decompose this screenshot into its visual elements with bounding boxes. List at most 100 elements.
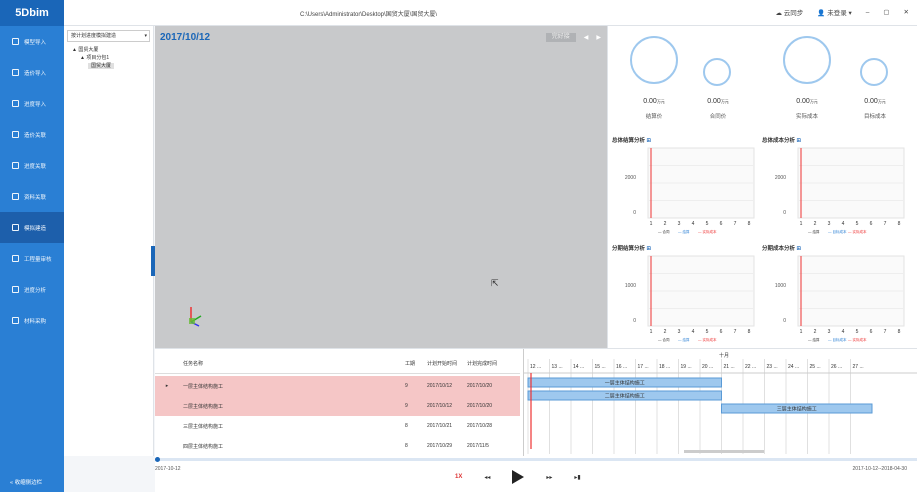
x-tick: 1 <box>800 221 803 227</box>
menu-icon <box>12 193 19 200</box>
y-tick: 2000 <box>775 175 786 181</box>
cost-label: 实际成本 <box>795 114 818 120</box>
sidebar-item[interactable]: 资料关联 <box>0 181 64 212</box>
gantt-day: 24 ... <box>788 364 799 370</box>
legend-item: — 目标成本 <box>828 337 847 342</box>
table-row[interactable]: ▸ 一层主体结构施工 9 2017/10/12 2017/10/20 <box>155 376 520 396</box>
menu-icon <box>12 38 19 45</box>
y-tick: 0 <box>633 318 636 324</box>
table-row[interactable]: 二层主体结构施工 9 2017/10/12 2017/10/20 <box>155 396 520 416</box>
gantt-day: 20 ... <box>702 364 713 370</box>
task-table-header: 任务名称 工期 计划开始时间 计划完成时间 <box>155 354 520 374</box>
close-button[interactable]: ✕ <box>904 8 909 16</box>
3d-viewport[interactable]: 2017/10/12 完好接 ◀ ▶ ⇱ <box>155 26 607 348</box>
y-tick: 0 <box>783 210 786 216</box>
col-start[interactable]: 计划开始时间 <box>427 360 467 367</box>
x-tick: 1 <box>650 221 653 227</box>
cost-chart: 总体成本分析 ⊞ 2000 0 1 2 3 4 5 6 7 8— 结算 — 目标成本 — 实际成本 <box>760 136 910 240</box>
x-tick: 2 <box>664 221 667 227</box>
task-name: 四层主体结构施工 <box>183 443 224 450</box>
tree-toggle-icon[interactable]: ▲ <box>72 47 77 53</box>
cost-circle <box>703 58 731 86</box>
timeline-slider[interactable] <box>155 457 917 462</box>
x-tick: 3 <box>678 221 681 227</box>
gantt-day: 23 ... <box>767 364 778 370</box>
legend-item: — 实际成本 <box>698 337 717 342</box>
minimize-button[interactable]: – <box>866 9 870 16</box>
cloud-sync-button[interactable]: ☁ 云同步 <box>775 7 803 17</box>
speed-button[interactable]: 1X <box>455 474 462 480</box>
sidebar-item[interactable]: 造价导入 <box>0 57 64 88</box>
cost-chart: 分期结算分析 ⊞ 1000 0 1 2 3 4 5 6 7 8— 合同 — 结算 — 实际成本 <box>610 244 760 348</box>
prev-icon[interactable]: ◀ <box>584 34 589 41</box>
tree-toggle-icon[interactable]: ▲ <box>80 55 85 61</box>
simulation-mode-select[interactable]: 按计划进度模拟建造 <box>67 30 150 42</box>
cost-unit: 万元 <box>656 99 665 104</box>
cost-value: 0.00万元 <box>629 98 679 105</box>
col-task-name[interactable]: 任务名称 <box>179 360 405 367</box>
sidebar-item[interactable]: 材料采购 <box>0 305 64 336</box>
task-duration: 8 <box>405 443 408 449</box>
gantt-day: 27 ... <box>853 364 864 370</box>
col-end[interactable]: 计划完成时间 <box>467 360 507 367</box>
tree-node[interactable]: ▲ 项目分包1 <box>64 54 153 62</box>
x-tick: 3 <box>678 329 681 335</box>
view-slot[interactable]: 完好接 <box>545 33 576 42</box>
x-tick: 4 <box>692 329 695 335</box>
collapse-sidebar-button[interactable]: « 收缩侧边栏 <box>10 478 42 486</box>
maximize-button[interactable]: ▢ <box>883 8 889 16</box>
cost-value: 0.00万元 <box>850 98 900 105</box>
cost-chart: 总体结算分析 ⊞ 2000 0 1 2 3 4 5 6 7 8— 合同 — 结算 — 实际成本 <box>610 136 760 240</box>
table-row[interactable]: 三层主体结构施工 8 2017/10/21 2017/10/28 <box>155 416 520 436</box>
next-icon[interactable]: ▶ <box>596 34 601 41</box>
sidebar-item[interactable]: 模拟建造 <box>0 212 64 243</box>
timeline-knob[interactable] <box>155 457 160 462</box>
x-tick: 4 <box>692 221 695 227</box>
play-icon[interactable] <box>512 470 525 484</box>
task-duration: 9 <box>405 383 408 389</box>
sidebar-item-label: 材料采购 <box>24 318 47 325</box>
cost-number: 0.00 <box>796 98 810 105</box>
sidebar-item[interactable]: 进度导入 <box>0 88 64 119</box>
tree-node[interactable]: ▲ 国贸大厦 <box>64 46 153 54</box>
cost-unit: 万元 <box>809 99 818 104</box>
gantt-chart[interactable]: 十月 12 ... 13 ... 14 ... 15 ... 16 ... 17 ... 18… <box>523 349 917 457</box>
rewind-icon[interactable]: ◂◂ <box>484 474 490 481</box>
gantt-scrollbar[interactable] <box>684 450 764 453</box>
cost-value: 0.00万元 <box>693 98 743 105</box>
x-tick: 2 <box>814 329 817 335</box>
tree-node-label: 国贸大厦 <box>78 47 99 53</box>
file-path: C:\Users\Administrator\Desktop\国贸大厦\国贸大厦… <box>300 12 438 18</box>
timeline-start: 2017-10-12 <box>155 466 181 472</box>
task-name: 三层主体结构施工 <box>183 423 224 430</box>
y-tick: 2000 <box>625 175 636 181</box>
x-tick: 7 <box>734 329 737 335</box>
tree-node[interactable]: 国贸大厦 <box>64 62 153 70</box>
fast-forward-icon[interactable]: ▸▸ <box>546 474 552 481</box>
x-tick: 7 <box>884 221 887 227</box>
x-tick: 6 <box>870 329 873 335</box>
sidebar-item-label: 工程量审核 <box>24 256 52 263</box>
app-logo: 5Dbim <box>0 0 64 26</box>
login-button[interactable]: 👤 未登录 ▾ <box>817 7 851 17</box>
table-row[interactable]: 四层主体结构施工 8 2017/10/29 2017/11/5 <box>155 436 520 456</box>
task-start: 2017/10/12 <box>427 403 453 409</box>
gantt-day: 18 ... <box>659 364 670 370</box>
x-tick: 5 <box>856 329 859 335</box>
sidebar-item[interactable]: 工程量审核 <box>0 243 64 274</box>
sidebar-item[interactable]: 造价关联 <box>0 119 64 150</box>
x-tick: 5 <box>706 329 709 335</box>
col-duration[interactable]: 工期 <box>405 360 427 367</box>
gantt-day: 12 ... <box>530 364 541 370</box>
gantt-day: 13 ... <box>552 364 563 370</box>
sidebar-item-label: 造价导入 <box>24 70 47 77</box>
sidebar-item[interactable]: 模型导入 <box>0 26 64 57</box>
chart-plot: 2000 0 1 2 3 4 5 6 7 8 — 结算 — 目标成本 — 实际成本 <box>775 147 905 234</box>
end-icon[interactable]: ▸▮ <box>574 474 580 481</box>
task-end: 2017/10/20 <box>467 383 493 389</box>
sidebar-item[interactable]: 进度关联 <box>0 150 64 181</box>
legend-item: — 结算 <box>808 229 820 234</box>
sidebar-item[interactable]: 进度分析 <box>0 274 64 305</box>
x-tick: 1 <box>800 329 803 335</box>
cost-number: 0.00 <box>864 98 878 105</box>
